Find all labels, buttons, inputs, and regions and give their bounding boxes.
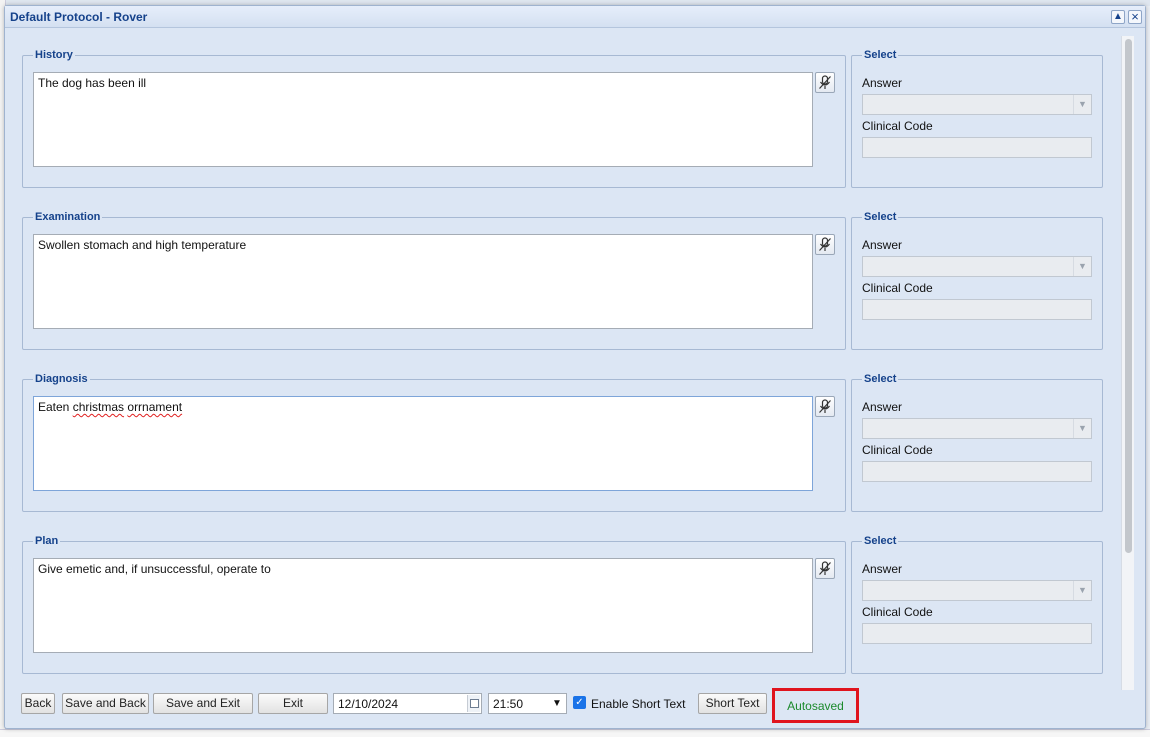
microphone-off-icon — [819, 237, 831, 251]
select-legend: Select — [862, 535, 899, 547]
clinical-code-field[interactable] — [862, 623, 1092, 644]
examination-textarea[interactable]: Swollen stomach and high temperature — [33, 234, 813, 329]
answer-combo[interactable]: ▼ — [862, 256, 1092, 277]
examination-legend: Examination — [33, 211, 103, 223]
chevron-up-icon[interactable]: ▲ — [1111, 10, 1125, 24]
date-value: 12/10/2024 — [338, 697, 399, 711]
plan-textarea[interactable]: Give emetic and, if unsuccessful, operat… — [33, 558, 813, 653]
select-legend: Select — [862, 211, 899, 223]
answer-label: Answer — [862, 400, 903, 414]
chevron-down-icon[interactable]: ▼ — [1073, 257, 1091, 276]
close-icon[interactable]: × — [1128, 10, 1142, 24]
exit-button[interactable]: Exit — [258, 693, 328, 714]
dialog-titlebar[interactable]: Default Protocol - Rover ▲ × — [5, 6, 1145, 28]
short-text-button[interactable]: Short Text — [698, 693, 767, 714]
dictation-button[interactable] — [815, 558, 835, 579]
history-select-panel: Select Answer ▼ Clinical Code — [851, 49, 1103, 188]
dictation-button[interactable] — [815, 234, 835, 255]
clinical-code-field[interactable] — [862, 461, 1092, 482]
clinical-code-field[interactable] — [862, 299, 1092, 320]
vertical-scrollbar[interactable] — [1121, 36, 1134, 690]
answer-combo[interactable]: ▼ — [862, 418, 1092, 439]
misspelled-word: orrnament — [127, 400, 183, 414]
answer-label: Answer — [862, 238, 903, 252]
history-section: History The dog has been ill — [22, 49, 846, 188]
dialog-footer: Back Save and Back Save and Exit Exit 12… — [5, 688, 1145, 728]
answer-combo[interactable]: ▼ — [862, 94, 1092, 115]
diagnosis-legend: Diagnosis — [33, 373, 90, 385]
dialog-content: History The dog has been ill Select Answ… — [5, 28, 1125, 688]
chevron-down-icon[interactable]: ▼ — [550, 696, 564, 711]
microphone-off-icon — [819, 399, 831, 413]
chevron-down-icon[interactable]: ▼ — [1073, 95, 1091, 114]
examination-section: Examination Swollen stomach and high tem… — [22, 211, 846, 350]
autosaved-highlight: Autosaved — [772, 688, 859, 723]
examination-select-panel: Select Answer ▼ Clinical Code — [851, 211, 1103, 350]
diagnosis-section: Diagnosis Eaten christmas orrnament — [22, 373, 846, 512]
answer-label: Answer — [862, 562, 903, 576]
clinical-code-label: Clinical Code — [862, 119, 933, 133]
misspelled-word: christmas — [72, 400, 125, 414]
clinical-code-label: Clinical Code — [862, 605, 933, 619]
answer-label: Answer — [862, 76, 903, 90]
autosaved-status: Autosaved — [787, 699, 844, 713]
date-field[interactable]: 12/10/2024 — [333, 693, 482, 714]
time-select[interactable]: 21:50 ▼ — [488, 693, 567, 714]
diagnosis-text-part: Eaten — [38, 400, 73, 414]
chevron-down-icon[interactable]: ▼ — [1073, 581, 1091, 600]
calendar-icon[interactable] — [467, 695, 480, 712]
plan-legend: Plan — [33, 535, 61, 547]
clinical-code-label: Clinical Code — [862, 443, 933, 457]
enable-short-text-checkbox[interactable]: ✓ — [573, 696, 586, 709]
select-legend: Select — [862, 49, 899, 61]
microphone-off-icon — [819, 75, 831, 89]
diagnosis-textarea[interactable]: Eaten christmas orrnament — [33, 396, 813, 491]
back-button[interactable]: Back — [21, 693, 55, 714]
plan-section: Plan Give emetic and, if unsuccessful, o… — [22, 535, 846, 674]
history-textarea[interactable]: The dog has been ill — [33, 72, 813, 167]
chevron-down-icon[interactable]: ▼ — [1073, 419, 1091, 438]
select-legend: Select — [862, 373, 899, 385]
background-app-bottom — [0, 729, 1150, 737]
clinical-code-field[interactable] — [862, 137, 1092, 158]
scrollbar-thumb[interactable] — [1125, 39, 1132, 553]
clinical-code-label: Clinical Code — [862, 281, 933, 295]
dictation-button[interactable] — [815, 396, 835, 417]
save-and-back-button[interactable]: Save and Back — [62, 693, 149, 714]
plan-select-panel: Select Answer ▼ Clinical Code — [851, 535, 1103, 674]
time-value: 21:50 — [493, 697, 524, 711]
history-legend: History — [33, 49, 75, 61]
microphone-off-icon — [819, 561, 831, 575]
dialog-title: Default Protocol - Rover — [10, 10, 148, 24]
diagnosis-select-panel: Select Answer ▼ Clinical Code — [851, 373, 1103, 512]
dictation-button[interactable] — [815, 72, 835, 93]
enable-short-text-label[interactable]: Enable Short Text — [591, 697, 686, 711]
save-and-exit-button[interactable]: Save and Exit — [153, 693, 253, 714]
protocol-dialog: Default Protocol - Rover ▲ × History The… — [4, 5, 1146, 729]
answer-combo[interactable]: ▼ — [862, 580, 1092, 601]
